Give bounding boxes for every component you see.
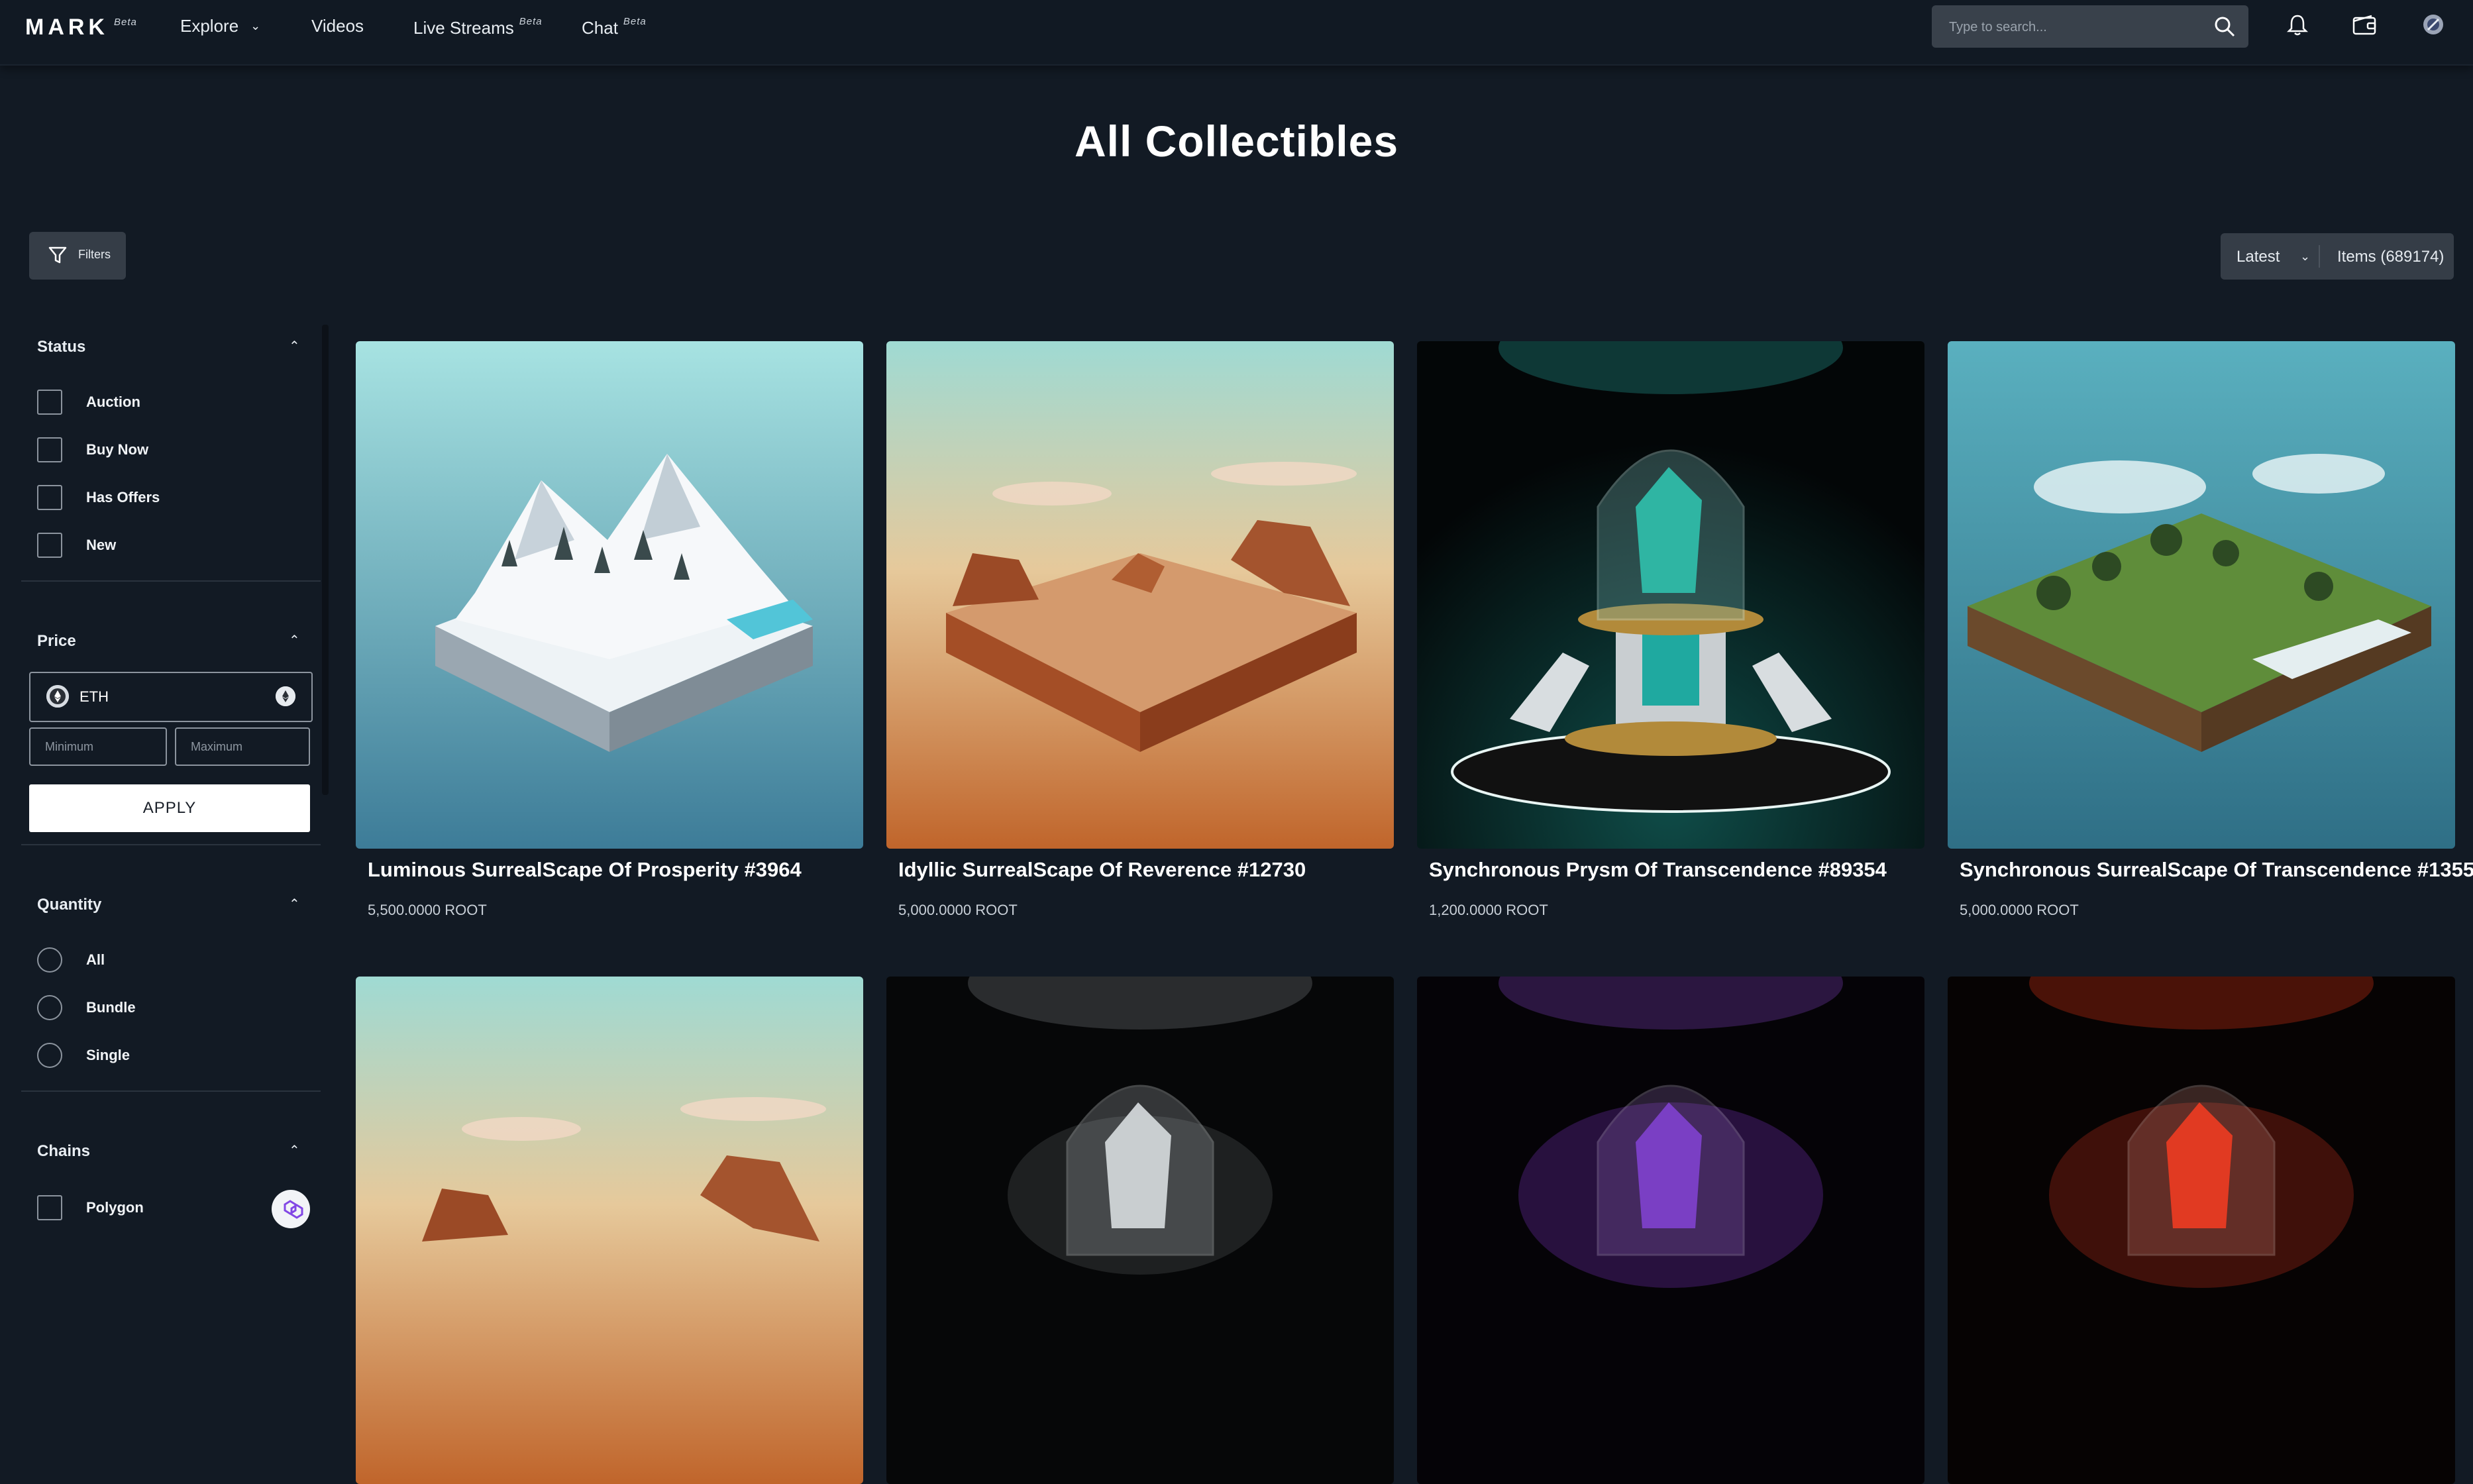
chat-beta-badge: Beta <box>623 16 647 27</box>
section-divider <box>21 1090 321 1092</box>
collectible-title[interactable]: Idyllic SurrealScape Of Reverence #12730 <box>898 858 1306 882</box>
radio-button[interactable] <box>37 947 62 973</box>
chevron-up-icon[interactable]: ⌃ <box>289 896 300 912</box>
search-input[interactable] <box>1932 5 2215 49</box>
price-min-input[interactable] <box>29 727 167 766</box>
eth-icon <box>276 686 295 706</box>
chevron-down-icon: ⌄ <box>250 19 261 32</box>
price-max-input[interactable] <box>175 727 310 766</box>
collectible-image[interactable] <box>886 977 1394 1484</box>
filters-sidebar: Status ⌃ Auction Buy Now Has Offers New … <box>21 325 321 1228</box>
price-section-title: Price <box>37 632 76 650</box>
sort-dropdown[interactable]: Latest <box>2236 248 2280 266</box>
nav-explore-label: Explore <box>180 16 239 36</box>
radio-button[interactable] <box>37 995 62 1020</box>
collectible-title[interactable]: Synchronous Prysm Of Transcendence #8935… <box>1429 858 1887 882</box>
collectible-title[interactable]: Luminous SurrealScape Of Prosperity #396… <box>368 858 802 882</box>
polygon-icon <box>272 1190 310 1228</box>
logo-text: MARK <box>25 15 109 40</box>
section-divider <box>21 844 321 845</box>
quantity-option-label: Single <box>86 1047 131 1063</box>
chevron-up-icon[interactable]: ⌃ <box>289 1142 300 1159</box>
search-box <box>1932 5 2248 49</box>
status-option-label: Has Offers <box>86 489 160 505</box>
toolbar-divider <box>2319 245 2320 268</box>
nav-videos-label: Videos <box>311 16 364 36</box>
logo-beta-badge: Beta <box>113 17 137 28</box>
quantity-option-label: All <box>86 951 105 968</box>
quantity-section-title: Quantity <box>37 896 102 914</box>
collectible-price: 5,000.0000 ROOT <box>1960 902 2079 918</box>
filter-icon <box>48 246 67 264</box>
collectible-image[interactable] <box>1417 977 1924 1484</box>
nav-chat-label: Chat <box>582 18 618 38</box>
chevron-down-icon: ⌄ <box>2300 250 2311 263</box>
eth-icon <box>46 685 69 708</box>
sort-toolbar: Latest ⌄ Items (689174) <box>2221 233 2454 280</box>
items-count: Items (689174) <box>2337 248 2445 266</box>
live-streams-beta-badge: Beta <box>519 16 543 27</box>
nav-chat[interactable]: Chat Beta <box>582 16 647 38</box>
filters-button-label: Filters <box>78 248 111 261</box>
checkbox[interactable] <box>37 533 62 558</box>
checkbox[interactable] <box>37 390 62 415</box>
wallet-icon[interactable] <box>2352 13 2376 37</box>
radio-button[interactable] <box>37 1043 62 1068</box>
search-icon[interactable] <box>2214 16 2235 40</box>
checkbox[interactable] <box>37 485 62 510</box>
collectible-price: 5,500.0000 ROOT <box>368 902 487 918</box>
page-title: All Collectibles <box>1074 117 1399 166</box>
filters-button[interactable]: Filters <box>29 232 126 280</box>
chevron-up-icon[interactable]: ⌃ <box>289 338 300 354</box>
top-navbar: MARK Beta Explore ⌄ Videos Live Streams Bet… <box>0 0 2473 66</box>
collectible-image[interactable] <box>1948 977 2455 1484</box>
bell-icon[interactable] <box>2286 13 2309 37</box>
collectible-image[interactable] <box>1948 341 2455 849</box>
collectible-image[interactable] <box>1417 341 1924 849</box>
nav-live-streams[interactable]: Live Streams Beta <box>413 16 543 38</box>
collectible-image[interactable] <box>356 977 863 1484</box>
status-option-label: New <box>86 537 117 553</box>
chain-option-label: Polygon <box>86 1199 144 1216</box>
status-option-label: Auction <box>86 394 140 410</box>
currency-select[interactable]: ETH <box>29 672 313 722</box>
collectible-image[interactable] <box>356 341 863 849</box>
section-divider <box>21 580 321 582</box>
nav-videos[interactable]: Videos <box>311 16 364 36</box>
apply-button[interactable]: APPLY <box>29 784 310 832</box>
nav-explore[interactable]: Explore ⌄ <box>180 16 260 36</box>
checkbox[interactable] <box>37 1195 62 1220</box>
collectible-price: 5,000.0000 ROOT <box>898 902 1018 918</box>
quantity-option-label: Bundle <box>86 999 136 1016</box>
checkbox[interactable] <box>37 437 62 462</box>
chains-section-title: Chains <box>37 1142 91 1160</box>
currency-label: ETH <box>79 688 109 705</box>
status-section-title: Status <box>37 338 86 356</box>
logo[interactable]: MARK Beta <box>25 15 137 40</box>
avatar-icon[interactable] <box>2422 13 2446 37</box>
collectible-price: 1,200.0000 ROOT <box>1429 902 1548 918</box>
sidebar-scrollbar[interactable] <box>322 325 329 795</box>
status-option-label: Buy Now <box>86 441 149 458</box>
chevron-up-icon[interactable]: ⌃ <box>289 632 300 649</box>
collectible-title[interactable]: Synchronous SurrealScape Of Transcendenc… <box>1960 858 2473 882</box>
collectible-image[interactable] <box>886 341 1394 849</box>
nav-live-streams-label: Live Streams <box>413 18 514 38</box>
